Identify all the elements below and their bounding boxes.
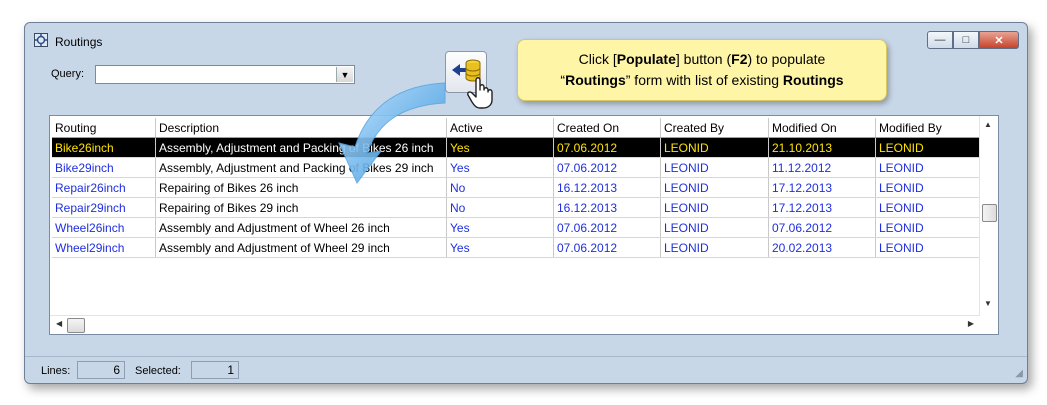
callout-bold-f2: F2 — [731, 51, 748, 67]
column-header-created-on[interactable]: Created On — [553, 118, 661, 138]
cell-routing[interactable]: Repair26inch — [52, 177, 156, 198]
cell-routing[interactable]: Wheel26inch — [52, 217, 156, 238]
cell-created-on[interactable]: 16.12.2013 — [553, 177, 661, 198]
cell-modified-on[interactable]: 07.06.2012 — [768, 217, 876, 238]
curved-arrow-icon — [338, 82, 446, 184]
callout-text: Click [ — [578, 51, 617, 67]
cell-created-by[interactable]: LEONID — [660, 217, 769, 238]
cell-created-on[interactable]: 16.12.2013 — [553, 197, 661, 218]
cell-modified-by[interactable]: LEONID — [875, 157, 981, 178]
cell-modified-by[interactable]: LEONID — [875, 197, 981, 218]
column-header-active[interactable]: Active — [446, 118, 554, 138]
cell-routing[interactable]: Repair29inch — [52, 197, 156, 218]
table-row[interactable]: Repair29inch Repairing of Bikes 29 inch No… — [52, 197, 981, 218]
table-row[interactable]: Bike26inch Assembly, Adjustment and Packi… — [52, 137, 981, 158]
cell-created-on[interactable]: 07.06.2012 — [553, 237, 661, 258]
cell-modified-by[interactable]: LEONID — [875, 177, 981, 198]
scroll-up-icon[interactable]: ▲ — [984, 120, 992, 129]
callout-bold-routings-2: Routings — [782, 72, 844, 88]
lines-label: Lines: — [41, 365, 71, 377]
horizontal-scrollbar[interactable]: ◀ ▶ — [50, 315, 980, 334]
cell-active[interactable]: No — [446, 177, 554, 198]
cell-created-on[interactable]: 07.06.2012 — [553, 137, 661, 158]
callout-text: ] button ( — [675, 51, 732, 67]
table-row[interactable]: Repair26inch Repairing of Bikes 26 inch No… — [52, 177, 981, 198]
cell-modified-on[interactable]: 17.12.2013 — [768, 197, 876, 218]
routings-grid[interactable]: Routing Description Active Created On Cr… — [49, 115, 999, 335]
window-title: Routings — [55, 35, 103, 49]
cell-active[interactable]: Yes — [446, 237, 554, 258]
hand-cursor-icon — [467, 77, 493, 109]
column-header-modified-on[interactable]: Modified On — [768, 118, 876, 138]
cell-active[interactable]: Yes — [446, 217, 554, 238]
vertical-scrollbar[interactable]: ▲ ▼ — [979, 116, 998, 334]
cell-routing[interactable]: Bike29inch — [52, 157, 156, 178]
callout-bold-routings: Routings — [565, 72, 626, 88]
minimize-button[interactable]: — — [927, 31, 953, 49]
cell-active[interactable]: Yes — [446, 137, 554, 158]
status-bar: Lines: 6 Selected: 1 ◢ — [25, 356, 1027, 383]
cell-routing[interactable]: Bike26inch — [52, 137, 156, 158]
cell-modified-by[interactable]: LEONID — [875, 237, 981, 258]
cell-created-by[interactable]: LEONID — [660, 137, 769, 158]
horizontal-scroll-thumb[interactable] — [67, 318, 85, 333]
cell-modified-on[interactable]: 20.02.2013 — [768, 237, 876, 258]
table-row[interactable]: Wheel26inch Assembly and Adjustment of Wh… — [52, 217, 981, 238]
cell-modified-by[interactable]: LEONID — [875, 217, 981, 238]
query-label: Query: — [51, 68, 85, 80]
cell-routing[interactable]: Wheel29inch — [52, 237, 156, 258]
instruction-callout: Click [Populate] button (F2) to populate… — [517, 39, 887, 101]
scroll-right-icon[interactable]: ▶ — [968, 319, 974, 328]
cell-modified-on[interactable]: 21.10.2013 — [768, 137, 876, 158]
cell-active[interactable]: No — [446, 197, 554, 218]
cell-created-by[interactable]: LEONID — [660, 197, 769, 218]
column-header-created-by[interactable]: Created By — [660, 118, 769, 138]
close-button[interactable]: ✕ — [979, 31, 1019, 49]
column-header-modified-by[interactable]: Modified By — [875, 118, 981, 138]
selected-label: Selected: — [135, 365, 181, 377]
callout-line-1: Click [Populate] button (F2) to populate — [518, 49, 886, 70]
cell-description[interactable]: Assembly and Adjustment of Wheel 29 inch — [155, 237, 447, 258]
cell-modified-by[interactable]: LEONID — [875, 137, 981, 158]
callout-line-2: “Routings” form with list of existing Ro… — [518, 70, 886, 91]
cell-modified-on[interactable]: 11.12.2012 — [768, 157, 876, 178]
cell-created-by[interactable]: LEONID — [660, 177, 769, 198]
table-row[interactable]: Bike29inch Assembly, Adjustment and Packi… — [52, 157, 981, 178]
cell-created-on[interactable]: 07.06.2012 — [553, 217, 661, 238]
query-dropdown[interactable]: ▼ — [95, 65, 355, 84]
maximize-button[interactable]: □ — [953, 31, 979, 49]
selected-count: 1 — [191, 361, 239, 379]
vertical-scroll-thumb[interactable] — [982, 204, 997, 222]
callout-text: ” form with list of existing — [625, 72, 783, 88]
cell-created-by[interactable]: LEONID — [660, 237, 769, 258]
resize-grip-icon[interactable]: ◢ — [1015, 368, 1023, 379]
table-row[interactable]: Wheel29inch Assembly and Adjustment of Wh… — [52, 237, 981, 258]
scroll-down-icon[interactable]: ▼ — [984, 299, 992, 308]
callout-bold-populate: Populate — [616, 51, 676, 67]
column-header-routing[interactable]: Routing — [52, 118, 156, 138]
cell-created-by[interactable]: LEONID — [660, 157, 769, 178]
lines-count: 6 — [77, 361, 125, 379]
routings-table: Routing Description Active Created On Cr… — [52, 118, 981, 258]
cell-description[interactable]: Assembly and Adjustment of Wheel 26 inch — [155, 217, 447, 238]
header-row: Routing Description Active Created On Cr… — [52, 118, 981, 138]
cell-modified-on[interactable]: 17.12.2013 — [768, 177, 876, 198]
callout-text: ) to populate — [747, 51, 826, 67]
cell-description[interactable]: Repairing of Bikes 29 inch — [155, 197, 447, 218]
scroll-left-icon[interactable]: ◀ — [56, 319, 62, 328]
routing-app-icon — [34, 33, 48, 47]
cell-active[interactable]: Yes — [446, 157, 554, 178]
cell-created-on[interactable]: 07.06.2012 — [553, 157, 661, 178]
